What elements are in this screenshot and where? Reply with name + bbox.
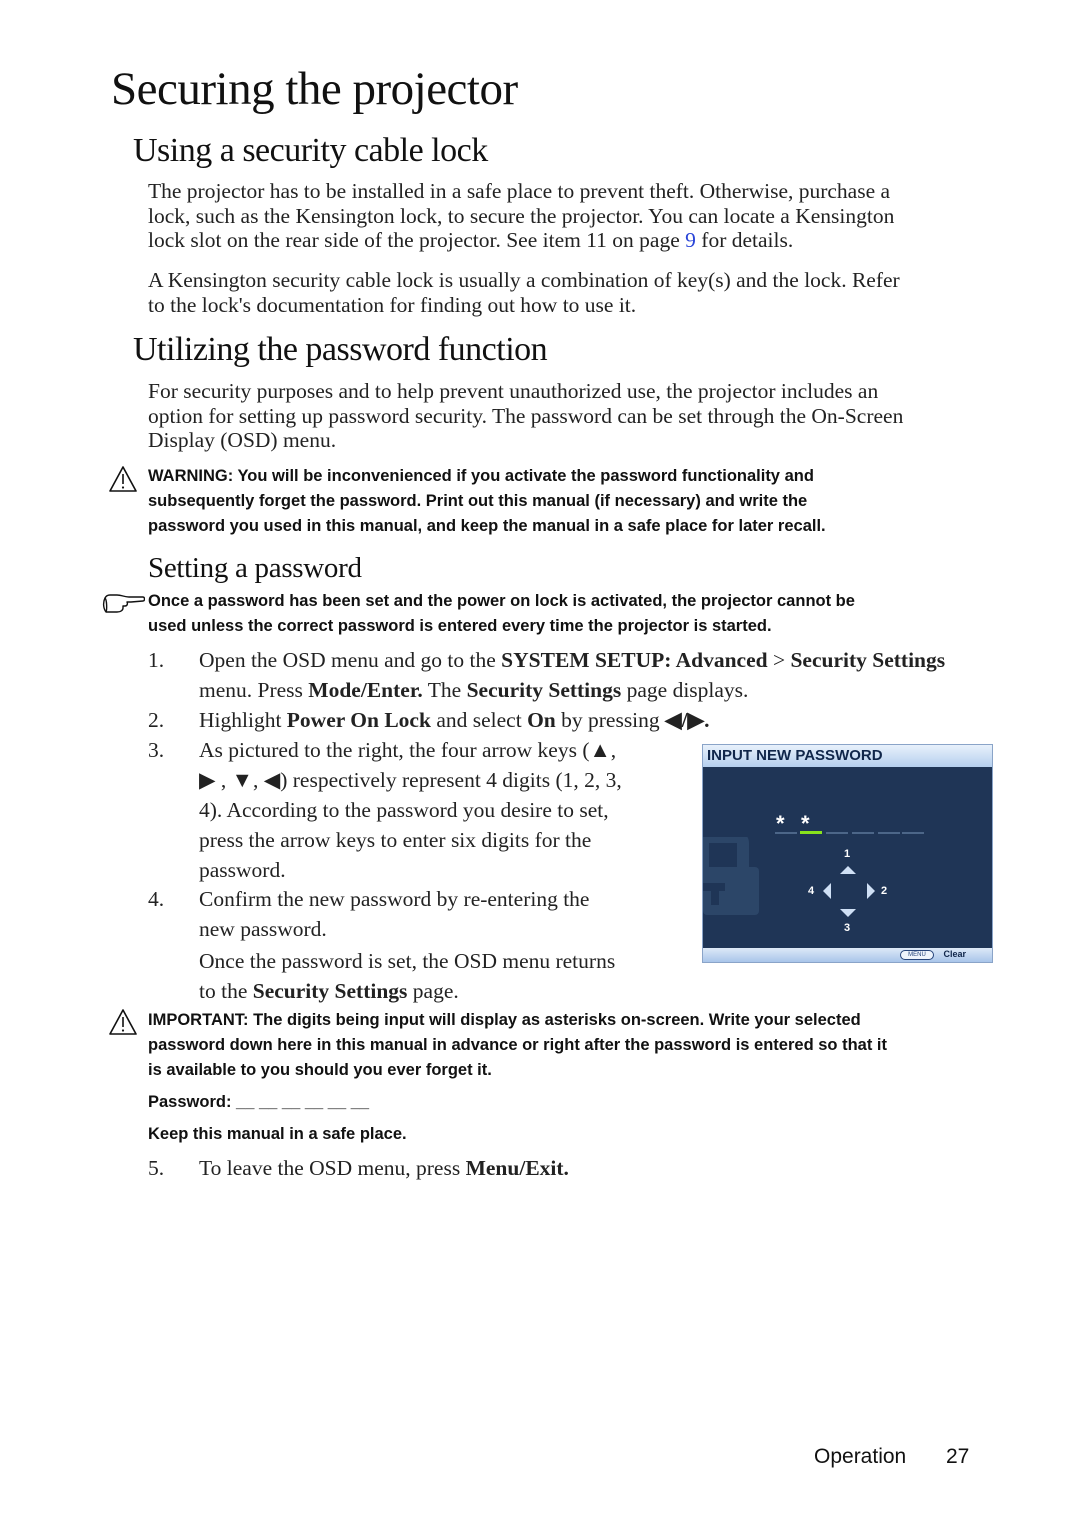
left-arrow-icon: [823, 883, 831, 899]
step-text: To leave the OSD menu, press Menu/Exit.: [199, 1153, 569, 1183]
text-line: Confirm the new password by re-entering …: [199, 887, 590, 911]
warning-note: WARNING: You will be inconvenienced if y…: [148, 464, 1008, 539]
step-number: 1.: [148, 648, 165, 672]
digit-4-label: 4: [808, 885, 815, 897]
password-slot: [878, 832, 900, 834]
text-line: new password.: [199, 917, 327, 941]
digit-3-label: 3: [844, 922, 851, 934]
cable-lock-paragraph-1: The projector has to be installed in a s…: [148, 179, 1008, 253]
right-arrow-icon: [867, 883, 875, 899]
text-line: Once the password is set, the OSD menu r…: [199, 949, 616, 973]
lock-watermark-icon: [697, 831, 759, 915]
text-span: The: [422, 678, 467, 702]
step-text: Open the OSD menu and go to the SYSTEM S…: [199, 645, 1019, 705]
osd-title: INPUT NEW PASSWORD: [703, 745, 992, 767]
text-span: lock slot on the rear side of the projec…: [148, 228, 686, 252]
heading-setting-a-password: Setting a password: [148, 552, 362, 584]
text-line: Open the OSD menu and go to the SYSTEM S…: [199, 645, 1019, 675]
up-arrow-icon: [840, 866, 856, 874]
password-slot: [826, 832, 848, 834]
text-line: menu. Press Mode/Enter. The Security Set…: [199, 675, 1019, 705]
text-line: As pictured to the right, the four arrow…: [199, 738, 617, 762]
text-line: 4). According to the password you desire…: [199, 798, 609, 822]
text-line: used unless the correct password is ente…: [148, 617, 772, 635]
text-span: for details.: [695, 228, 794, 252]
page-title: Securing the projector: [111, 63, 518, 115]
text-line: The projector has to be installed in a s…: [148, 179, 891, 203]
text-line: lock, such as the Kensington lock, to se…: [148, 203, 895, 228]
text-span: page displays.: [621, 678, 749, 702]
text-span: Open the OSD menu and go to the: [199, 648, 502, 672]
password-slot-active: [800, 831, 822, 834]
important-warning-icon: [108, 1008, 138, 1041]
text-line: press the arrow keys to enter six digits…: [199, 828, 592, 852]
text-line: Once a password has been set and the pow…: [148, 592, 855, 610]
text-line: option for setting up password security.…: [148, 403, 904, 428]
text-line: A Kensington security cable lock is usua…: [148, 268, 900, 292]
footer-section-name: Operation: [814, 1445, 907, 1468]
digit-2-label: 2: [881, 885, 888, 897]
menu-key-icon: MENU: [900, 950, 934, 960]
step-number: 5.: [148, 1156, 165, 1180]
step-text: Highlight Power On Lock and select On by…: [199, 705, 709, 735]
text-line: IMPORTANT: The digits being input will d…: [148, 1011, 861, 1029]
step-number: 4.: [148, 887, 165, 911]
heading-password-function: Utilizing the password function: [133, 331, 548, 368]
clear-label: Clear: [943, 949, 966, 959]
text-span: page.: [407, 979, 459, 1003]
digit-1-label: 1: [844, 848, 851, 860]
text-line: ▶ , ▼, ◀) respectively represent 4 digit…: [199, 768, 622, 792]
heading-security-cable-lock: Using a security cable lock: [133, 132, 488, 169]
text-span: To leave the OSD menu, press: [199, 1156, 466, 1180]
text-line: to the Security Settings page.: [199, 976, 615, 1006]
down-arrow-icon: [840, 909, 856, 917]
text-line: Display (OSD) menu.: [148, 428, 337, 452]
text-line: is available to you should you ever forg…: [148, 1061, 492, 1079]
tip-note: Once a password has been set and the pow…: [148, 589, 1008, 639]
cable-lock-paragraph-2: A Kensington security cable lock is usua…: [148, 268, 1008, 317]
page-number: 27: [946, 1445, 970, 1468]
warning-icon: [108, 465, 138, 498]
menu-path-system-setup: SYSTEM SETUP: Advanced: [501, 648, 768, 672]
text-line: to the lock's documentation for finding …: [148, 292, 637, 317]
password-slot: [775, 832, 797, 834]
text-line: lock slot on the rear side of the projec…: [148, 228, 1008, 253]
step-number: 3.: [148, 738, 165, 762]
text-span: Highlight: [199, 708, 287, 732]
text-span: menu. Press: [199, 678, 309, 702]
value-on: On: [527, 708, 556, 732]
password-intro-paragraph: For security purposes and to help preven…: [148, 379, 1008, 453]
important-note: IMPORTANT: The digits being input will d…: [148, 1008, 1008, 1147]
page-9-link[interactable]: 9: [685, 228, 696, 252]
text-span: >: [767, 648, 791, 672]
text-line: For security purposes and to help preven…: [148, 379, 879, 403]
password-slot: [852, 832, 874, 834]
text-span: and select: [430, 708, 528, 732]
text-line: password down here in this manual in adv…: [148, 1036, 887, 1054]
text-span: by pressing: [555, 708, 666, 732]
password-slot: [902, 832, 924, 834]
menu-security-settings: Security Settings: [466, 678, 622, 702]
text-line: WARNING: You will be inconvenienced if y…: [148, 467, 814, 485]
option-power-on-lock: Power On Lock: [286, 708, 431, 732]
osd-footer-bar: MENU Clear: [703, 948, 992, 962]
password-write-in-field: Password: __ __ __ __ __ __: [148, 1093, 370, 1111]
text-line: subsequently forget the password. Print …: [148, 492, 808, 510]
text-line: password.: [199, 858, 286, 882]
keep-safe-note: Keep this manual in a safe place.: [148, 1125, 407, 1143]
menu-security-settings: Security Settings: [252, 979, 408, 1003]
osd-input-new-password-screenshot: INPUT NEW PASSWORD * * 1 4 2 3 MENU Clea…: [697, 744, 993, 963]
menu-path-security-settings: Security Settings: [790, 648, 946, 672]
key-menu-exit: Menu/Exit.: [465, 1156, 569, 1180]
key-mode-enter: Mode/Enter.: [308, 678, 423, 702]
arrow-keys-left-right: ◀/▶.: [665, 708, 710, 732]
step-text: As pictured to the right, the four arrow…: [199, 735, 622, 885]
text-span: to the: [199, 979, 253, 1003]
step-number: 2.: [148, 708, 165, 732]
step-text: Confirm the new password by re-entering …: [199, 884, 615, 1006]
text-line: password you used in this manual, and ke…: [148, 517, 826, 535]
pointing-hand-icon: [101, 592, 146, 621]
